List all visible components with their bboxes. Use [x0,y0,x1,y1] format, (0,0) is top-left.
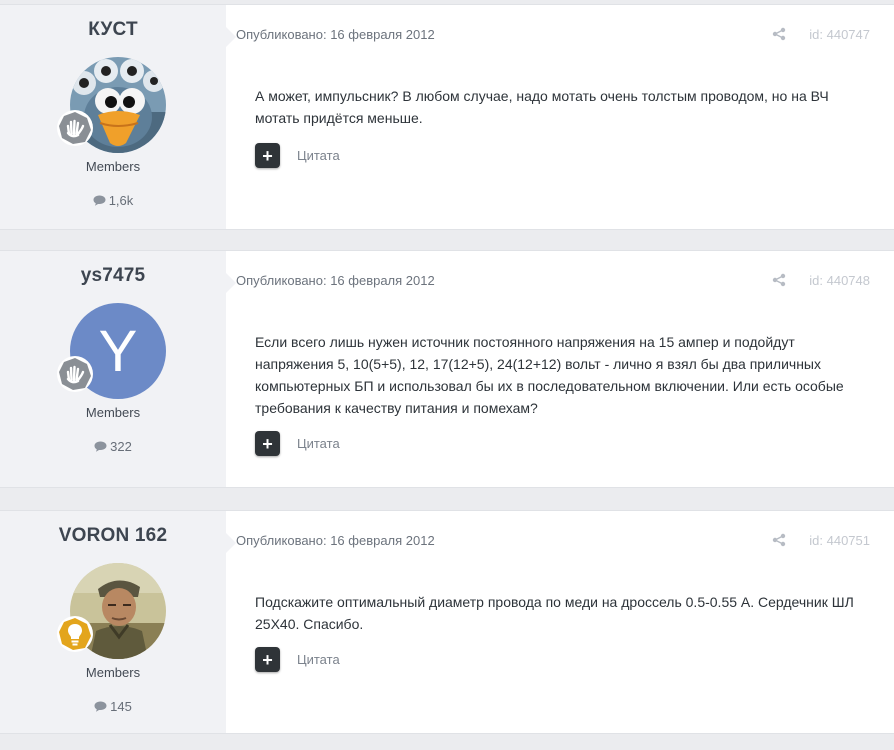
post-count-value: 322 [110,439,132,454]
quote-button[interactable]: Цитата [297,652,340,667]
post-id[interactable]: id: 440751 [809,533,870,548]
post: VORON 162 Members 145 Опубликовано: 16 ф… [0,510,894,734]
post-content: Опубликовано: 16 февраля 2012 id: 440747… [226,5,894,229]
quote-button[interactable]: Цитата [297,436,340,451]
author-panel: КУСТ Members 1,6k [0,5,236,229]
post-count: 322 [0,439,226,454]
react-plus-button[interactable]: + [255,143,280,168]
post-content: Опубликовано: 16 февраля 2012 id: 440751… [226,511,894,733]
share-icon[interactable] [772,273,786,287]
react-plus-button[interactable]: + [255,647,280,672]
author-name[interactable]: VORON 162 [0,525,226,547]
post: КУСТ Members 1,6k Опубликовано: 16 февра… [0,4,894,230]
share-icon[interactable] [772,27,786,41]
post-content: Опубликовано: 16 февраля 2012 id: 440748… [226,251,894,487]
post-body: Подскажите оптимальный диаметр провода п… [255,594,854,632]
author-name[interactable]: ys7475 [0,265,226,287]
react-plus-button[interactable]: + [255,431,280,456]
share-icon[interactable] [772,533,786,547]
post-actions: + Цитата [255,431,340,456]
waving-hand-icon [57,110,93,146]
post-body: Если всего лишь нужен источник постоянно… [255,334,844,416]
post-id[interactable]: id: 440747 [809,27,870,42]
post-actions: + Цитата [255,143,340,168]
member-group: Members [85,405,141,420]
author-name[interactable]: КУСТ [0,19,226,41]
post-date[interactable]: Опубликовано: 16 февраля 2012 [236,273,435,288]
waving-hand-icon [57,356,93,392]
post-actions: + Цитата [255,647,340,672]
quote-button[interactable]: Цитата [297,148,340,163]
author-panel: ys7475 Y Members 322 [0,251,236,487]
post-count: 1,6k [0,193,226,208]
author-panel: VORON 162 Members 145 [0,511,236,733]
post-id[interactable]: id: 440748 [809,273,870,288]
comment-bubble-icon [93,195,106,206]
post: ys7475 Y Members 322 Опубликовано: 16 фе… [0,250,894,488]
post-count-value: 145 [110,699,132,714]
member-group: Members [85,159,141,174]
post-count-value: 1,6k [108,193,134,208]
member-group: Members [85,665,141,680]
post-date[interactable]: Опубликовано: 16 февраля 2012 [236,533,435,548]
post-count: 145 [0,699,226,714]
post-body: А может, импульсник? В любом случае, над… [255,88,829,126]
comment-bubble-icon [94,441,107,452]
lightbulb-icon [57,616,93,652]
post-date[interactable]: Опубликовано: 16 февраля 2012 [236,27,435,42]
comment-bubble-icon [94,701,107,712]
